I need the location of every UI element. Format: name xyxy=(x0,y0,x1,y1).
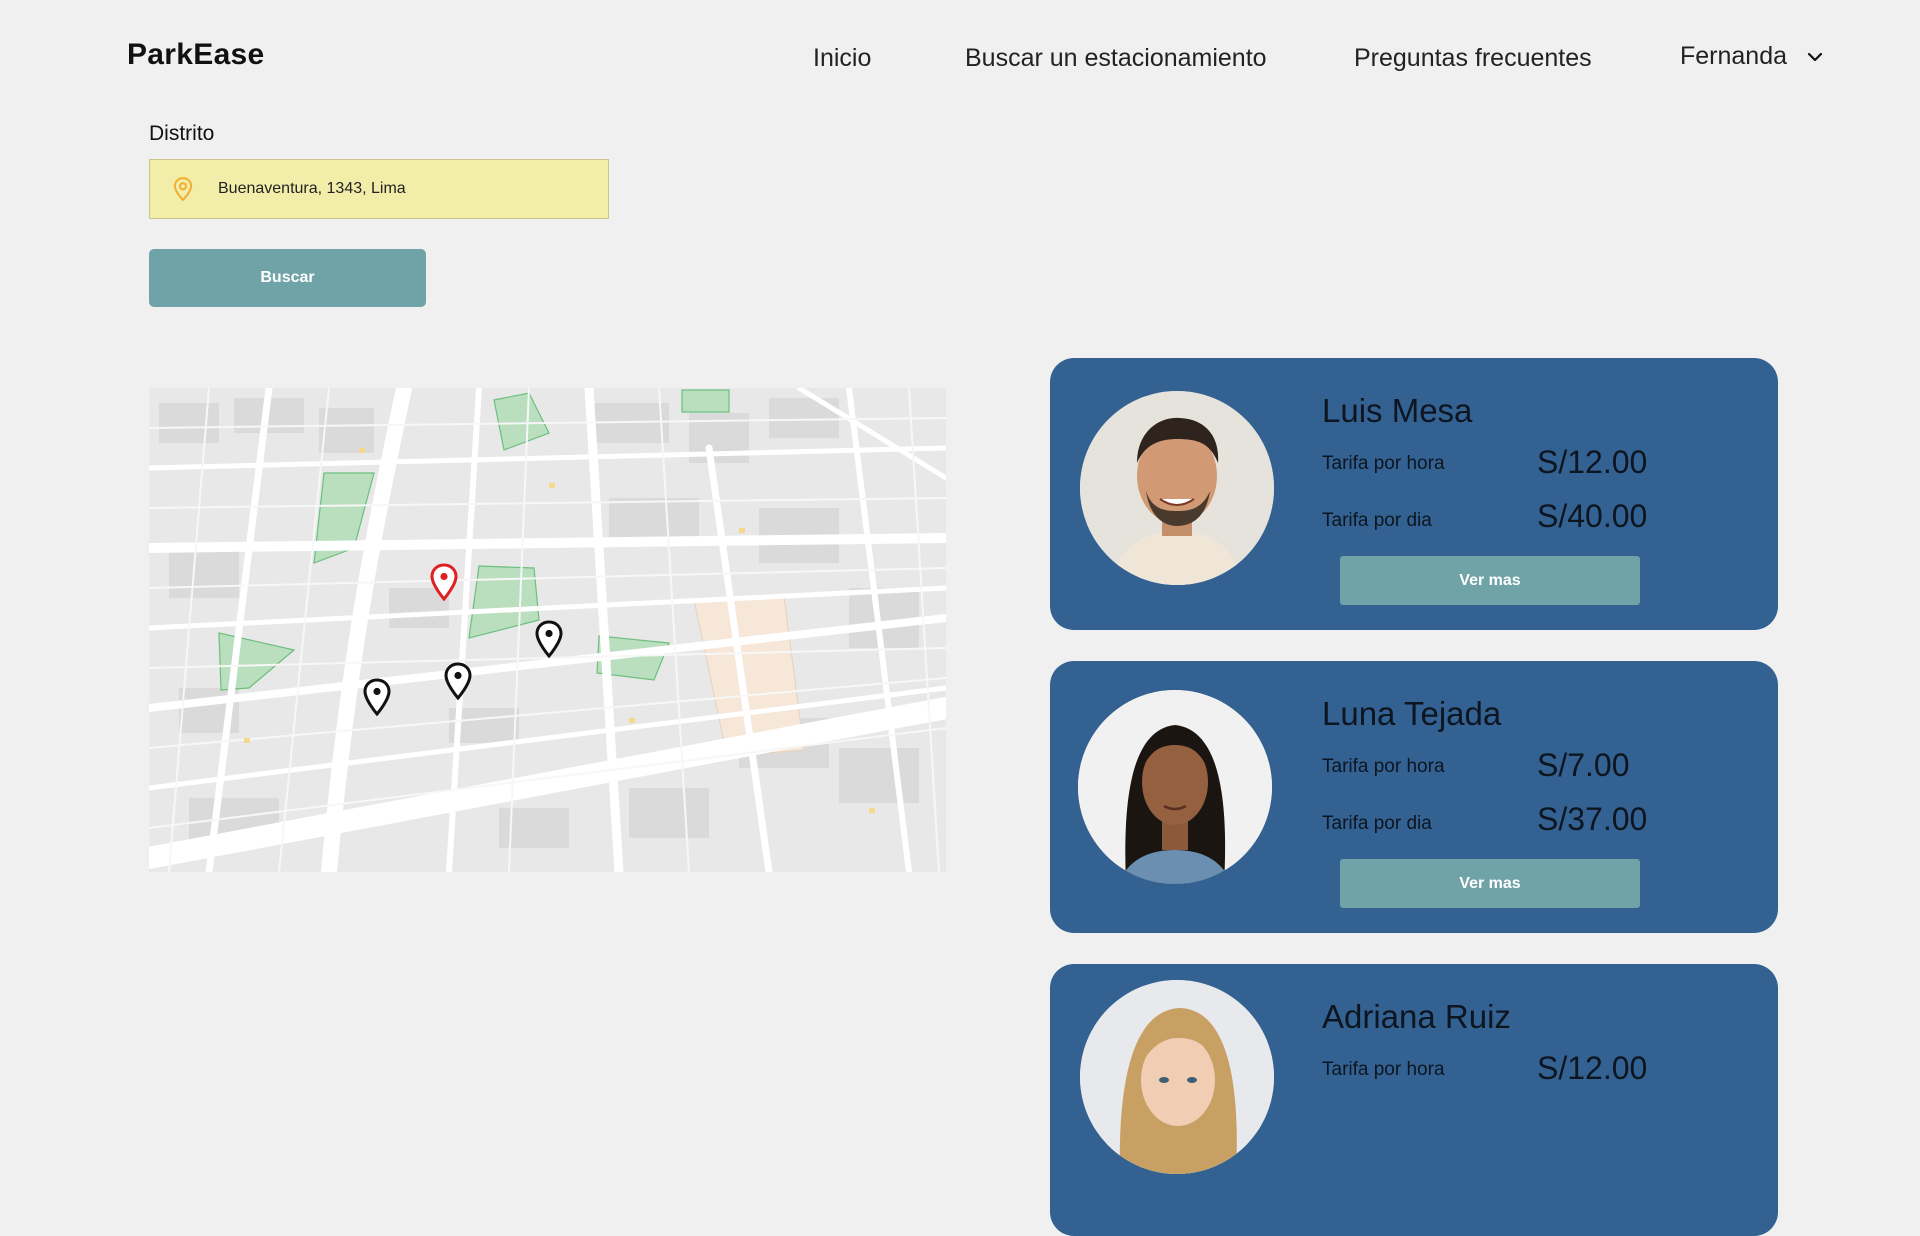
hourly-rate-value: S/7.00 xyxy=(1537,747,1630,783)
daily-rate-value: S/37.00 xyxy=(1537,801,1648,837)
parking-pin-icon[interactable] xyxy=(442,661,474,701)
daily-rate-label: Tarifa por dia xyxy=(1322,813,1432,834)
avatar xyxy=(1078,690,1272,884)
person-avatar-icon xyxy=(1080,980,1274,1174)
parking-card: Adriana Ruiz Tarifa por hora S/12.00 xyxy=(1050,964,1778,1236)
hourly-rate-value: S/12.00 xyxy=(1537,444,1648,480)
selected-parking-pin-icon[interactable] xyxy=(428,562,460,602)
search-button[interactable]: Buscar xyxy=(149,249,426,307)
parking-card: Luis Mesa Tarifa por hora S/12.00 Tarifa… xyxy=(1050,358,1778,630)
user-name: Fernanda xyxy=(1680,42,1788,70)
brand-logo[interactable]: ParkEase xyxy=(127,38,265,72)
parking-pin-icon[interactable] xyxy=(533,619,565,659)
district-label: Distrito xyxy=(149,122,215,145)
person-avatar-icon xyxy=(1080,391,1274,585)
view-more-button[interactable]: Ver mas xyxy=(1340,859,1640,908)
district-input-value: Buenaventura, 1343, Lima xyxy=(218,180,406,197)
owner-name: Adriana Ruiz xyxy=(1322,998,1511,1035)
daily-rate-value: S/40.00 xyxy=(1537,498,1648,534)
hourly-rate-label: Tarifa por hora xyxy=(1322,453,1445,474)
chevron-down-icon xyxy=(1807,52,1823,61)
parking-pin-icon[interactable] xyxy=(361,677,393,717)
nav-link-inicio[interactable]: Inicio xyxy=(813,44,871,73)
top-navbar: ParkEase Inicio Buscar un estacionamient… xyxy=(0,0,1920,110)
hourly-rate-value: S/12.00 xyxy=(1537,1050,1648,1086)
owner-name: Luna Tejada xyxy=(1322,695,1502,732)
parking-card: Luna Tejada Tarifa por hora S/7.00 Tarif… xyxy=(1050,661,1778,933)
avatar xyxy=(1080,391,1274,585)
avatar xyxy=(1080,980,1274,1174)
hourly-rate-label: Tarifa por hora xyxy=(1322,756,1445,777)
owner-name: Luis Mesa xyxy=(1322,392,1473,429)
hourly-rate-label: Tarifa por hora xyxy=(1322,1059,1445,1080)
person-avatar-icon xyxy=(1078,690,1272,884)
view-more-button[interactable]: Ver mas xyxy=(1340,556,1640,605)
district-input[interactable]: Buenaventura, 1343, Lima xyxy=(149,159,609,219)
location-pin-icon xyxy=(173,177,193,202)
nav-link-preguntas[interactable]: Preguntas frecuentes xyxy=(1354,44,1592,73)
parking-map[interactable] xyxy=(149,388,946,872)
user-menu[interactable]: Fernanda xyxy=(1680,42,1825,71)
nav-link-buscar[interactable]: Buscar un estacionamiento xyxy=(965,44,1267,73)
daily-rate-label: Tarifa por dia xyxy=(1322,510,1432,531)
